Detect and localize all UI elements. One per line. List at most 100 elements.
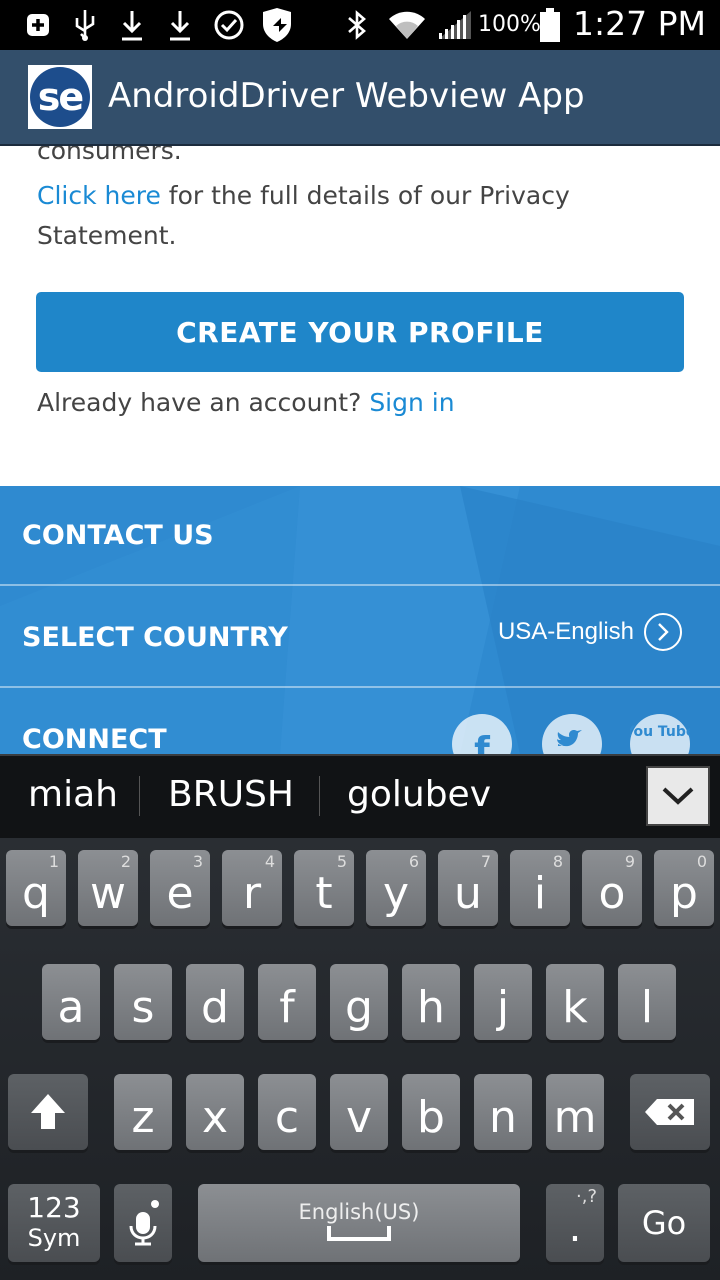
- suggestion-3[interactable]: golubev: [347, 774, 491, 815]
- key-q[interactable]: 1q: [6, 850, 66, 926]
- key-label: r: [242, 867, 262, 919]
- collapse-keyboard-button[interactable]: [646, 766, 710, 826]
- backspace-icon: [645, 1099, 694, 1125]
- key-j[interactable]: j: [474, 964, 532, 1040]
- symbols-key-top: 123: [27, 1191, 81, 1224]
- key-label: o: [598, 867, 626, 919]
- key-label: y: [382, 867, 410, 919]
- app-bar: se AndroidDriver Webview App: [0, 50, 720, 146]
- key-k[interactable]: k: [546, 964, 604, 1040]
- status-bar: 100% 1:27 PM: [0, 0, 720, 50]
- sign-in-link[interactable]: Sign in: [369, 388, 454, 417]
- connect-row: CONNECT: [0, 690, 720, 754]
- key-label: q: [22, 867, 50, 919]
- key-label: l: [640, 981, 654, 1033]
- create-profile-button[interactable]: CREATE YOUR PROFILE: [36, 292, 684, 372]
- footer: CONTACT US SELECT COUNTRY USA-English CO…: [0, 486, 720, 754]
- key-label: j: [496, 981, 510, 1033]
- youtube-icon[interactable]: You Tube: [624, 714, 695, 754]
- key-number-hint: 4: [264, 852, 275, 871]
- suggestion-bar: miah BRUSH golubev: [0, 754, 720, 838]
- suggestion-2[interactable]: BRUSH: [168, 774, 294, 815]
- battery-icon: [538, 6, 562, 44]
- key-c[interactable]: c: [258, 1074, 316, 1150]
- key-area: 123 Sym English(US) ·,? . Go 1q2w3e4r5t6…: [0, 838, 720, 1280]
- key-t[interactable]: 5t: [294, 850, 354, 926]
- period-key-hint: ·,?: [576, 1186, 597, 1207]
- key-number-hint: 2: [120, 852, 131, 871]
- key-label: u: [454, 867, 482, 919]
- symbols-key-bottom: Sym: [27, 1224, 81, 1252]
- key-label: x: [201, 1091, 229, 1143]
- country-value: USA-English: [497, 618, 634, 645]
- usb-icon: [72, 6, 98, 44]
- bluetooth-icon: [344, 6, 370, 44]
- contact-us-label: CONTACT US: [22, 520, 214, 551]
- key-label: c: [274, 1091, 300, 1143]
- signal-icon: [436, 6, 474, 44]
- symbols-key[interactable]: 123 Sym: [8, 1184, 100, 1262]
- key-w[interactable]: 2w: [78, 850, 138, 926]
- key-n[interactable]: n: [474, 1074, 532, 1150]
- already-account-text: Already have an account? Sign in: [37, 388, 455, 417]
- twitter-icon[interactable]: [542, 714, 602, 754]
- go-key[interactable]: Go: [618, 1184, 710, 1262]
- key-g[interactable]: g: [330, 964, 388, 1040]
- key-label: t: [315, 867, 333, 919]
- wifi-icon: [386, 6, 428, 44]
- key-label: g: [345, 981, 373, 1033]
- key-label: m: [553, 1091, 597, 1143]
- shift-key[interactable]: [8, 1074, 88, 1150]
- key-y[interactable]: 6y: [366, 850, 426, 926]
- clock: 1:27 PM: [573, 4, 706, 43]
- suggestion-divider: [319, 776, 320, 816]
- voice-input-key[interactable]: [114, 1184, 172, 1262]
- key-r[interactable]: 4r: [222, 850, 282, 926]
- key-h[interactable]: h: [402, 964, 460, 1040]
- key-label: a: [57, 981, 85, 1033]
- period-key[interactable]: ·,? .: [546, 1184, 604, 1262]
- key-number-hint: 6: [408, 852, 419, 871]
- key-z[interactable]: z: [114, 1074, 172, 1150]
- chevron-right-icon[interactable]: [644, 613, 682, 651]
- key-number-hint: 5: [336, 852, 347, 871]
- suggestion-divider: [139, 776, 140, 816]
- already-label: Already have an account?: [37, 388, 370, 417]
- battery-percentage: 100%: [478, 12, 541, 37]
- key-label: e: [166, 867, 194, 919]
- key-m[interactable]: m: [546, 1074, 604, 1150]
- suggestion-1[interactable]: miah: [28, 774, 118, 815]
- key-label: v: [345, 1091, 373, 1143]
- select-country-row[interactable]: SELECT COUNTRY USA-English: [0, 588, 720, 688]
- key-s[interactable]: s: [114, 964, 172, 1040]
- space-key[interactable]: English(US): [198, 1184, 520, 1262]
- logo-text: se: [30, 67, 90, 127]
- key-l[interactable]: l: [618, 964, 676, 1040]
- period-key-label: .: [568, 1205, 582, 1251]
- shield-icon: [258, 6, 296, 44]
- key-u[interactable]: 7u: [438, 850, 498, 926]
- app-title: AndroidDriver Webview App: [108, 76, 585, 116]
- key-f[interactable]: f: [258, 964, 316, 1040]
- key-p[interactable]: 0p: [654, 850, 714, 926]
- key-x[interactable]: x: [186, 1074, 244, 1150]
- key-b[interactable]: b: [402, 1074, 460, 1150]
- key-o[interactable]: 9o: [582, 850, 642, 926]
- app-logo: se: [28, 65, 92, 129]
- key-a[interactable]: a: [42, 964, 100, 1040]
- facebook-icon[interactable]: f: [452, 714, 512, 754]
- key-i[interactable]: 8i: [510, 850, 570, 926]
- notification-plus-icon: [24, 6, 52, 44]
- key-label: i: [533, 867, 547, 919]
- privacy-paragraph: Click here for the full details of our P…: [37, 176, 637, 256]
- key-d[interactable]: d: [186, 964, 244, 1040]
- key-e[interactable]: 3e: [150, 850, 210, 926]
- backspace-key[interactable]: [630, 1074, 710, 1150]
- check-circle-icon: [212, 6, 246, 44]
- privacy-link[interactable]: Click here: [37, 181, 161, 210]
- contact-us-row[interactable]: CONTACT US: [0, 486, 720, 586]
- key-label: z: [131, 1091, 155, 1143]
- select-country-label: SELECT COUNTRY: [22, 622, 288, 653]
- key-label: f: [279, 981, 295, 1033]
- key-v[interactable]: v: [330, 1074, 388, 1150]
